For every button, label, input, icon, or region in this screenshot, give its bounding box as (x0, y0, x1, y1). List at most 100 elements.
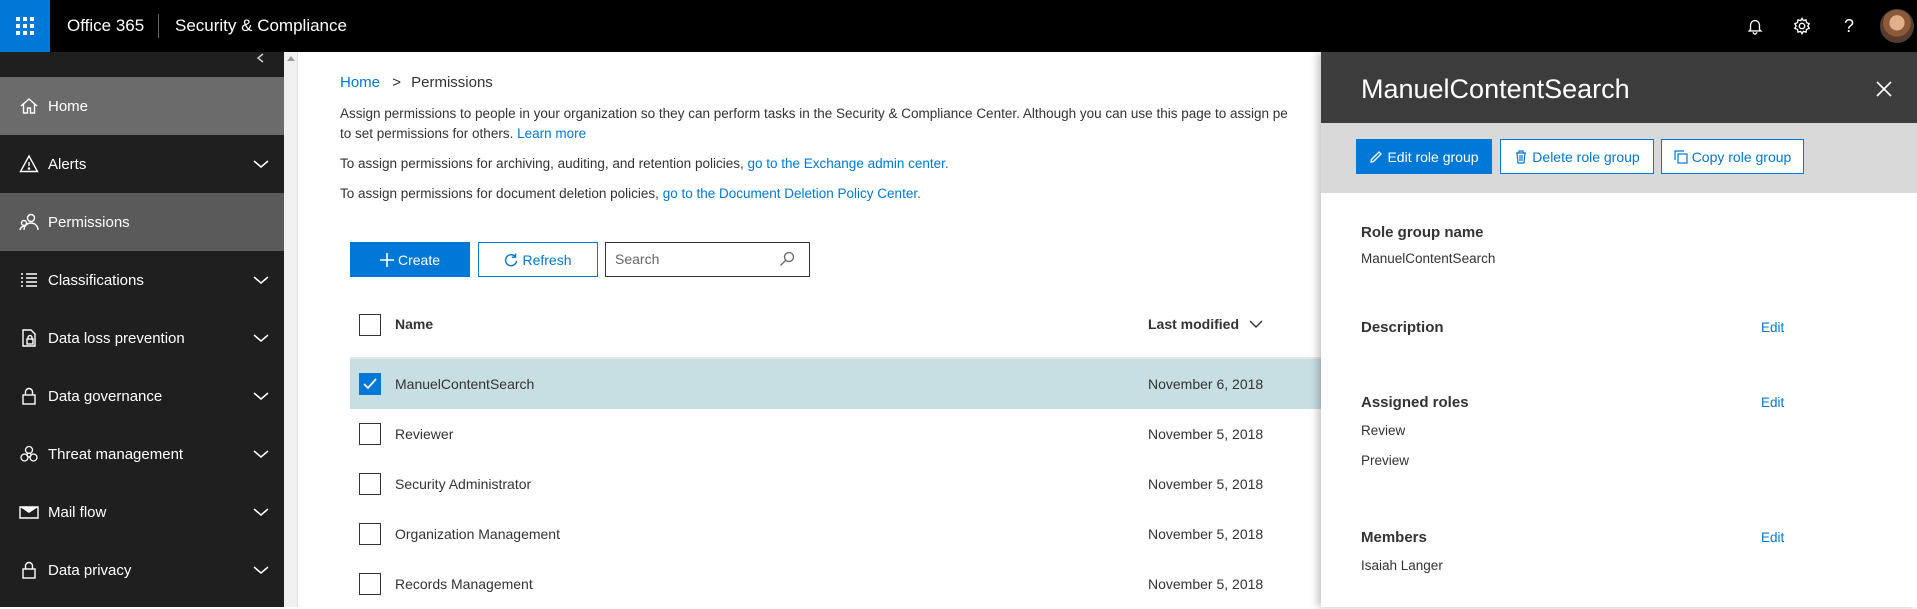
deletion-policy-link[interactable]: go to the Document Deletion Policy Cente… (663, 186, 921, 201)
row-name: Records Management (395, 576, 533, 592)
search-input[interactable]: Search (605, 242, 810, 277)
description-text: to set permissions for others. (340, 126, 514, 141)
app-name[interactable]: Security & Compliance (175, 0, 347, 52)
sidebar-item-home[interactable]: Home (0, 77, 284, 135)
table-row[interactable]: Records Management November 5, 2018 (350, 559, 1350, 609)
sidebar-item-data-loss-prevention[interactable]: Data loss prevention (0, 309, 284, 367)
sidebar-item-label: Data loss prevention (48, 329, 185, 347)
sidebar-item-label: Permissions (48, 213, 130, 231)
plus-icon (379, 252, 394, 267)
app-launcher-button[interactable] (0, 0, 50, 52)
table-row[interactable]: ManuelContentSearch November 6, 2018 (350, 359, 1350, 409)
table-row[interactable]: Reviewer November 5, 2018 (350, 409, 1350, 459)
assigned-role: Preview (1361, 453, 1410, 468)
gear-icon (1793, 17, 1811, 35)
column-header-last-modified[interactable]: Last modified (1148, 316, 1263, 332)
edit-role-group-button[interactable]: Edit role group (1356, 139, 1492, 174)
sidebar-item-mail-flow[interactable]: Mail flow (0, 483, 284, 541)
avatar[interactable] (1880, 9, 1914, 43)
member: Isaiah Langer (1361, 558, 1443, 573)
chevron-down-icon (253, 276, 269, 284)
table-row[interactable]: Organization Management November 5, 2018 (350, 509, 1350, 559)
search-icon[interactable] (779, 251, 795, 267)
close-icon[interactable] (1873, 78, 1895, 100)
sidebar-item-threat-management[interactable]: Threat management (0, 425, 284, 483)
trash-icon (1516, 149, 1527, 164)
row-checkbox[interactable] (359, 473, 381, 495)
refresh-icon (505, 253, 518, 266)
create-button[interactable]: Create (350, 242, 470, 277)
mail-icon (18, 501, 40, 523)
chevron-down-icon (253, 508, 269, 516)
notifications-button[interactable] (1743, 14, 1767, 38)
exchange-info-text: To assign permissions for archiving, aud… (340, 156, 744, 171)
row-date: November 5, 2018 (1148, 576, 1264, 592)
brand-link[interactable]: Office 365 (67, 0, 144, 52)
edit-members-link[interactable]: Edit (1761, 530, 1784, 545)
deletion-info-text: To assign permissions for document delet… (340, 186, 659, 201)
sidebar-item-data-privacy[interactable]: Data privacy (0, 541, 284, 599)
help-icon: ? (1843, 15, 1854, 36)
exchange-info: To assign permissions for archiving, aud… (340, 156, 949, 171)
chevron-down-icon (253, 566, 269, 574)
column-header-label: Last modified (1148, 316, 1240, 332)
sidebar-item-data-governance[interactable]: Data governance (0, 367, 284, 425)
select-all-checkbox[interactable] (359, 314, 381, 336)
assigned-role: Review (1361, 423, 1406, 438)
exchange-admin-link[interactable]: go to the Exchange admin center. (747, 156, 948, 171)
chevron-down-icon (253, 392, 269, 400)
copy-role-group-label: Copy role group (1691, 148, 1792, 165)
learn-more-link[interactable]: Learn more (517, 126, 586, 141)
delete-role-group-button[interactable]: Delete role group (1500, 139, 1654, 174)
sidebar-item-label: Threat management (48, 445, 184, 463)
edit-description-link[interactable]: Edit (1761, 320, 1784, 335)
sidebar-item-label: Data governance (48, 387, 163, 405)
refresh-button[interactable]: Refresh (478, 242, 598, 277)
row-checkbox[interactable] (359, 423, 381, 445)
sidebar-item-classifications[interactable]: Classifications (0, 251, 284, 309)
breadcrumb: Home > Permissions (340, 74, 493, 91)
sidebar-item-permissions[interactable]: Permissions (0, 193, 284, 251)
row-name: Security Administrator (395, 476, 532, 492)
row-date: November 5, 2018 (1148, 476, 1264, 492)
row-checkbox[interactable] (359, 523, 381, 545)
role-group-name-label: Role group name (1361, 224, 1484, 241)
dlp-icon (18, 327, 40, 349)
table-row[interactable]: Security Administrator November 5, 2018 (350, 459, 1350, 509)
sidebar-item-label: Mail flow (48, 503, 107, 521)
breadcrumb-home-link[interactable]: Home (340, 74, 380, 91)
description-text-line2: to set permissions for others. Learn mor… (340, 126, 586, 141)
top-bar: Office 365 Security & Compliance ? (0, 0, 1917, 52)
row-name: Organization Management (395, 526, 560, 542)
list-icon (18, 269, 40, 291)
breadcrumb-current: Permissions (411, 74, 493, 91)
waffle-icon (16, 17, 34, 35)
settings-button[interactable] (1790, 14, 1814, 38)
row-name: Reviewer (395, 426, 454, 442)
help-button[interactable]: ? (1837, 14, 1861, 38)
deletion-info: To assign permissions for document delet… (340, 186, 921, 201)
edit-role-group-label: Edit role group (1387, 148, 1479, 165)
sidebar: Home Alerts Permissions Classifications … (0, 52, 284, 607)
create-button-label: Create (397, 251, 441, 268)
biohazard-icon (18, 443, 40, 465)
sidebar-item-alerts[interactable]: Alerts (0, 135, 284, 193)
checkmark-icon (363, 378, 377, 390)
pencil-icon (1370, 150, 1383, 163)
panel-header: ManuelContentSearch (1321, 52, 1917, 123)
scroll-up-icon[interactable] (287, 55, 295, 61)
row-checkbox[interactable] (359, 373, 381, 395)
edit-assigned-roles-link[interactable]: Edit (1761, 395, 1784, 410)
column-header-name[interactable]: Name (395, 316, 433, 332)
alert-icon (18, 153, 40, 175)
chevron-down-icon (253, 450, 269, 458)
chevron-down-icon (253, 160, 269, 168)
divider (158, 14, 159, 38)
scrollbar[interactable] (284, 52, 298, 607)
search-placeholder: Search (615, 251, 660, 267)
members-label: Members (1361, 529, 1427, 546)
copy-role-group-button[interactable]: Copy role group (1661, 139, 1804, 174)
details-panel: ManuelContentSearch Edit role group Dele… (1321, 52, 1917, 607)
row-checkbox[interactable] (359, 573, 381, 595)
collapse-nav-icon[interactable] (250, 52, 270, 68)
